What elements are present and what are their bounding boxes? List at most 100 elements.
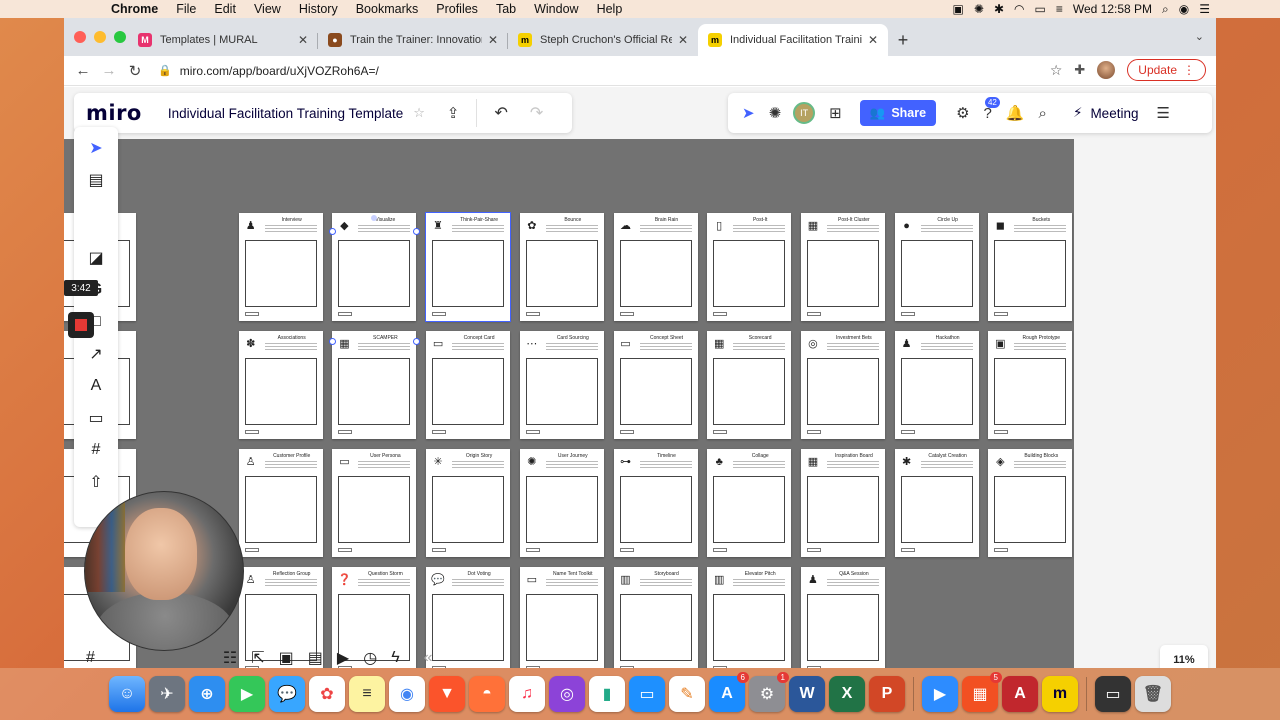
- board-notes-icon[interactable]: ☰: [1156, 104, 1169, 122]
- app-store-icon[interactable]: A6: [709, 672, 749, 712]
- notification-center-icon[interactable]: ☰: [1199, 2, 1210, 16]
- lightning-icon[interactable]: ϟ: [391, 649, 399, 667]
- template-frame[interactable]: ♙ Customer Profile: [238, 449, 323, 557]
- miro-app-icon[interactable]: m: [1042, 676, 1078, 712]
- template-frame[interactable]: ✱ Catalyst Creation: [894, 449, 979, 557]
- excel-icon[interactable]: X: [829, 676, 865, 712]
- template-frame[interactable]: ▥ Elevator Pitch: [707, 567, 792, 668]
- word-icon[interactable]: W: [789, 676, 825, 712]
- keynote-icon[interactable]: ▭: [629, 676, 665, 712]
- select-cursor-icon[interactable]: ➤: [80, 135, 112, 161]
- timer-icon[interactable]: ◷: [363, 648, 377, 668]
- selection-handle[interactable]: [329, 228, 336, 235]
- bluetooth-icon[interactable]: ✱: [994, 2, 1004, 16]
- battery-icon[interactable]: ▭: [1035, 2, 1046, 16]
- connection-line-icon[interactable]: ↗: [80, 341, 112, 367]
- meeting-button[interactable]: ⚡ Meeting: [1073, 105, 1139, 121]
- template-frame[interactable]: ▦ SCAMPER: [332, 331, 417, 439]
- podcasts-icon[interactable]: ◎: [549, 676, 585, 712]
- tab-close-icon[interactable]: ✕: [868, 33, 878, 47]
- help-icon[interactable]: ? 42: [984, 96, 1000, 122]
- template-frame[interactable]: ▭ Name Tent Toolkit: [519, 567, 604, 668]
- tab-steph-cruchon[interactable]: m Steph Cruchon's Official Remo ✕: [508, 24, 698, 56]
- wifi-icon[interactable]: ◠: [1014, 2, 1024, 16]
- rotate-handle[interactable]: [371, 215, 377, 221]
- trash-icon[interactable]: 🗑: [1135, 676, 1171, 712]
- forward-button[interactable]: →: [96, 62, 122, 79]
- template-frame[interactable]: ▭ Concept Card: [426, 331, 511, 439]
- new-tab-button[interactable]: +: [888, 24, 918, 56]
- spotlight-icon[interactable]: ⌕: [1162, 2, 1169, 17]
- tab-train-the-trainer[interactable]: ● Train the Trainer: Innovation & I ✕: [318, 24, 508, 56]
- recent-window-icon[interactable]: ▭: [1095, 676, 1131, 712]
- menu-history[interactable]: History: [299, 2, 338, 16]
- search-icon[interactable]: ⌕: [1039, 105, 1047, 122]
- present-icon[interactable]: ▣: [279, 648, 294, 668]
- frames-icon[interactable]: #: [86, 649, 95, 667]
- url-field[interactable]: 🔒 miro.com/app/board/uXjVOZRoh6A=/: [158, 58, 1058, 84]
- tab-search-chevron-icon[interactable]: ⌄: [1195, 30, 1204, 43]
- selection-handle[interactable]: [329, 338, 336, 345]
- template-frame[interactable]: ▦ Inspiration Board: [800, 449, 885, 557]
- pen-icon[interactable]: A: [80, 373, 112, 399]
- tab-close-icon[interactable]: ✕: [488, 33, 498, 47]
- photos-icon[interactable]: ✿: [309, 676, 345, 712]
- menubar-clock[interactable]: Wed 12:58 PM: [1073, 2, 1152, 16]
- notes-icon[interactable]: ≡: [349, 676, 385, 712]
- template-frame[interactable]: ☁ Brain Rain: [613, 213, 698, 321]
- menu-tab[interactable]: Tab: [496, 2, 516, 16]
- pages-icon[interactable]: ✎: [669, 676, 705, 712]
- system-preferences-icon[interactable]: ⚙ 1: [749, 672, 789, 712]
- powerpoint-icon[interactable]: P: [869, 676, 905, 712]
- siri-icon[interactable]: ◉: [1179, 2, 1189, 16]
- template-frame[interactable]: ◎ Investment Bets: [800, 331, 885, 439]
- user-avatar[interactable]: IT: [793, 102, 816, 124]
- template-frame[interactable]: ◆ Visualize: [332, 213, 417, 321]
- zoom-level[interactable]: 11%: [1160, 645, 1208, 668]
- back-button[interactable]: ←: [70, 62, 96, 79]
- redo-icon[interactable]: ↷: [530, 103, 543, 123]
- firefox-icon[interactable]: ◓: [469, 676, 505, 712]
- template-frame[interactable]: ✺ User Journey: [519, 449, 604, 557]
- template-frame[interactable]: ▭ User Persona: [332, 449, 417, 557]
- template-frame[interactable]: ▭ Concept Sheet: [613, 331, 698, 439]
- tab-individual-facilitation[interactable]: m Individual Facilitation Training ✕: [698, 24, 888, 56]
- close-window-button[interactable]: [74, 31, 86, 43]
- control-center-icon[interactable]: ≡: [1056, 2, 1063, 16]
- bookmark-star-icon[interactable]: ☆: [1050, 62, 1063, 79]
- menu-edit[interactable]: Edit: [214, 2, 236, 16]
- reactions-icon[interactable]: ✺: [769, 104, 782, 122]
- stop-recording-button[interactable]: [68, 312, 94, 338]
- notifications-bell-icon[interactable]: 🔔: [1006, 104, 1025, 122]
- brightness-icon[interactable]: ✺: [974, 2, 984, 16]
- menu-profiles[interactable]: Profiles: [436, 2, 478, 16]
- screen-record-icon[interactable]: ▣: [953, 2, 964, 16]
- launchpad-icon[interactable]: ✈: [149, 676, 185, 712]
- zoom-app-icon[interactable]: ▶: [922, 676, 958, 712]
- template-frame[interactable]: ▦ Scorecard: [707, 331, 792, 439]
- menu-file[interactable]: File: [176, 2, 196, 16]
- template-frame[interactable]: ◼ Buckets: [988, 213, 1073, 321]
- profile-avatar[interactable]: [1097, 61, 1116, 79]
- office-icon[interactable]: ▦ 5: [962, 672, 1002, 712]
- menu-window[interactable]: Window: [534, 2, 578, 16]
- tab-close-icon[interactable]: ✕: [678, 33, 688, 47]
- chat-icon[interactable]: ▤: [308, 648, 323, 668]
- template-frame[interactable]: ✽ Associations: [238, 331, 323, 439]
- template-frame[interactable]: ▦ Post-It Cluster: [800, 213, 885, 321]
- finder-icon[interactable]: ☺: [109, 676, 145, 712]
- frame-icon[interactable]: #: [80, 437, 112, 463]
- settings-sliders-icon[interactable]: ⚙: [956, 104, 969, 122]
- brave-icon[interactable]: ▼: [429, 676, 465, 712]
- template-frame[interactable]: ♟ Hackathon: [894, 331, 979, 439]
- template-frame[interactable]: ♣ Collage: [707, 449, 792, 557]
- template-frame[interactable]: ⋯ Card Sourcing: [519, 331, 604, 439]
- selection-handle[interactable]: [413, 228, 420, 235]
- board-title[interactable]: Individual Facilitation Training Templat…: [168, 106, 403, 121]
- menu-help[interactable]: Help: [597, 2, 623, 16]
- selection-handle[interactable]: [413, 338, 420, 345]
- list-icon[interactable]: ☷: [223, 648, 237, 668]
- template-frame[interactable]: ▯ Post-It: [707, 213, 792, 321]
- favorite-star-icon[interactable]: ☆: [413, 105, 425, 121]
- extensions-puzzle-icon[interactable]: ✚: [1074, 62, 1085, 78]
